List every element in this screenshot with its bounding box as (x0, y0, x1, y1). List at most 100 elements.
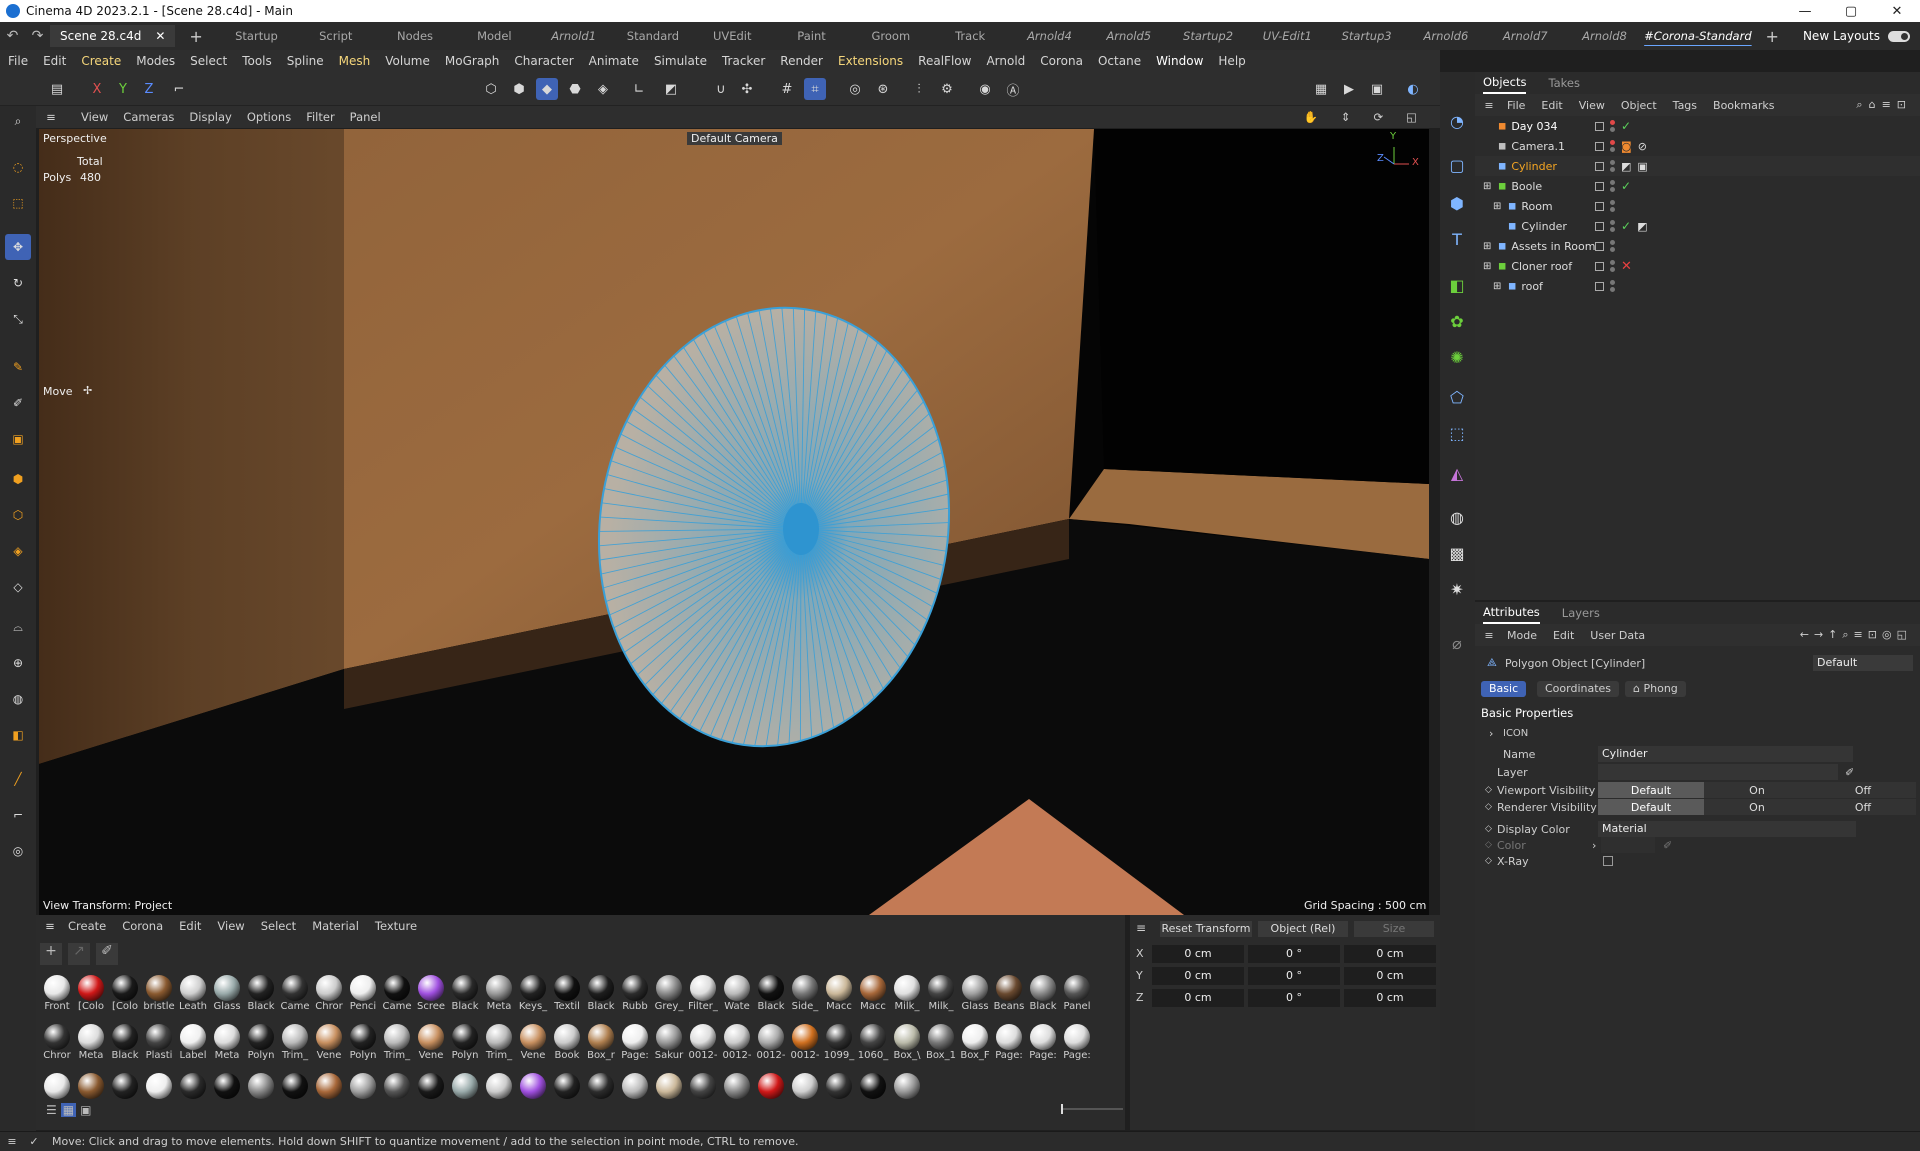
edges-mode-icon[interactable]: ⬢ (508, 78, 530, 100)
layer-edit-icon[interactable] (1595, 121, 1604, 131)
position-field[interactable]: 0 cm (1152, 989, 1244, 1007)
menu-render[interactable]: Render (780, 54, 823, 68)
material-swatch[interactable]: Black (754, 975, 788, 1012)
viewport-menu-panel[interactable]: Panel (350, 110, 381, 124)
layout-tab[interactable]: Paint (772, 29, 851, 43)
coordinate-system-icon[interactable]: ⌐ (168, 78, 190, 100)
material-swatch[interactable] (176, 1073, 210, 1099)
visibility-dots[interactable] (1610, 200, 1615, 212)
material-swatch[interactable] (244, 1073, 278, 1099)
material-swatch[interactable] (788, 1073, 822, 1099)
object-row[interactable]: ⊞ ◼ Assets in Room (1475, 236, 1920, 256)
floor-icon[interactable]: ⌓ (5, 614, 31, 640)
menu-modes[interactable]: Modes (136, 54, 175, 68)
attributes-preset-dropdown[interactable]: Default (1813, 655, 1913, 671)
object-row[interactable]: ◼ Cylinder ✓ ◩ (1475, 216, 1920, 236)
polygon-object-icon[interactable]: ⬢ (1444, 190, 1470, 216)
material-menu-texture[interactable]: Texture (375, 919, 417, 933)
zoom-slider-handle[interactable] (1061, 1104, 1063, 1114)
material-swatch[interactable]: Macc (822, 975, 856, 1012)
visibility-dots[interactable] (1610, 160, 1615, 172)
subdivision-icon[interactable]: ⬡ (5, 502, 31, 528)
scene-camera-icon[interactable]: ▩ (1444, 540, 1470, 566)
status-hamburger-icon[interactable]: ≡ (0, 1135, 24, 1148)
primitive-square-icon[interactable]: ▣ (5, 426, 31, 452)
material-swatch[interactable] (856, 1073, 890, 1099)
visibility-dots[interactable] (1610, 180, 1615, 192)
extrude-icon[interactable]: ◈ (5, 538, 31, 564)
objects-menu-tags[interactable]: Tags (1673, 99, 1697, 112)
layout-tab[interactable]: Arnold6 (1406, 29, 1485, 43)
material-swatch[interactable]: Wate (720, 975, 754, 1012)
paint-icon[interactable]: ⌐ (5, 802, 31, 828)
material-swatch[interactable]: Came (278, 975, 312, 1012)
axis-mode-icon[interactable]: ∟ (628, 78, 650, 100)
pen-tool-icon[interactable]: ✎ (5, 354, 31, 380)
material-swatch[interactable] (448, 1073, 482, 1099)
material-swatch[interactable] (108, 1073, 142, 1099)
material-swatch[interactable]: 1099_ (822, 1024, 856, 1061)
material-swatch[interactable]: Vene (414, 1024, 448, 1061)
material-swatch[interactable]: Box_\ (890, 1024, 924, 1061)
visibility-dots[interactable] (1610, 120, 1615, 132)
material-menu-view[interactable]: View (217, 919, 244, 933)
points-mode-icon[interactable]: ⬡ (480, 78, 502, 100)
menu-window[interactable]: Window (1156, 54, 1203, 68)
interactive-render-icon[interactable]: ◐ (1402, 78, 1424, 100)
lock-view-icon[interactable]: ◉ (974, 78, 996, 100)
layer-edit-icon[interactable] (1595, 281, 1604, 291)
rotation-field[interactable]: 0 ° (1248, 989, 1340, 1007)
material-swatch[interactable]: Meta (74, 1024, 108, 1061)
enabled-check-icon[interactable]: ✓ (1621, 219, 1631, 233)
tab-objects[interactable]: Objects (1483, 72, 1527, 94)
menu-create[interactable]: Create (81, 54, 121, 68)
live-selection-icon[interactable]: ◌ (5, 154, 31, 180)
objects-menu-view[interactable]: View (1579, 99, 1605, 112)
material-swatch[interactable]: Leath (176, 975, 210, 1012)
material-swatch[interactable]: Glass (210, 975, 244, 1012)
text-tool-icon[interactable]: T (1444, 226, 1470, 252)
visibility-dots[interactable] (1610, 260, 1615, 272)
material-swatch[interactable]: Scree (414, 975, 448, 1012)
viewport-visibility-segment[interactable]: Default On Off (1598, 782, 1916, 798)
viewport-menu-filter[interactable]: Filter (306, 110, 334, 124)
layout-tab[interactable]: Track (930, 29, 1009, 43)
keyframe-diamond-icon[interactable]: ◇ (1485, 802, 1492, 812)
pan-icon[interactable]: ✋ (1304, 110, 1318, 124)
layout-tab-active[interactable]: #Corona-Standard (1644, 29, 1751, 43)
close-button[interactable]: ✕ (1874, 4, 1920, 19)
material-swatch[interactable] (754, 1073, 788, 1099)
chevron-right-icon[interactable]: › (1592, 839, 1596, 852)
material-swatch[interactable]: Side_ (788, 975, 822, 1012)
attributes-menu-mode[interactable]: Mode (1507, 629, 1537, 642)
material-swatch[interactable] (482, 1073, 516, 1099)
viewport-hamburger-icon[interactable]: ≡ (36, 110, 66, 124)
camera-tag-icon[interactable]: ◙ (1621, 140, 1632, 153)
renderer-vis-default[interactable]: Default (1598, 799, 1704, 815)
material-swatch[interactable]: Front (40, 975, 74, 1012)
material-swatch[interactable]: Milk_ (924, 975, 958, 1012)
menu-octane[interactable]: Octane (1098, 54, 1141, 68)
material-swatch[interactable] (550, 1073, 584, 1099)
objects-menu-bookmarks[interactable]: Bookmarks (1713, 99, 1774, 112)
rotation-field[interactable]: 0 ° (1248, 967, 1340, 985)
material-swatch[interactable]: Box_1 (924, 1024, 958, 1061)
layout-tab[interactable]: Arnold4 (1010, 29, 1089, 43)
visibility-dots[interactable] (1610, 280, 1615, 292)
coords-hamburger-icon[interactable]: ≡ (1136, 921, 1146, 935)
material-swatch[interactable]: [Colo (74, 975, 108, 1012)
scale-field[interactable]: 0 cm (1344, 967, 1436, 985)
menu-corona[interactable]: Corona (1040, 54, 1083, 68)
material-swatch[interactable]: Plasti (142, 1024, 176, 1061)
material-swatch[interactable]: Black (448, 975, 482, 1012)
zoom-slider[interactable] (1061, 1104, 1123, 1114)
reset-transform-button[interactable]: Reset Transform (1160, 921, 1252, 937)
environment-icon[interactable]: ◍ (1444, 504, 1470, 530)
layout-tab[interactable]: Script (296, 29, 375, 43)
tab-basic[interactable]: Basic (1481, 681, 1527, 697)
spline-tool-icon[interactable]: ◔ (1444, 108, 1470, 134)
solo-mode-icon[interactable]: ◩ (660, 78, 682, 100)
material-menu-edit[interactable]: Edit (179, 919, 201, 933)
menu-select[interactable]: Select (190, 54, 227, 68)
position-field[interactable]: 0 cm (1152, 945, 1244, 963)
